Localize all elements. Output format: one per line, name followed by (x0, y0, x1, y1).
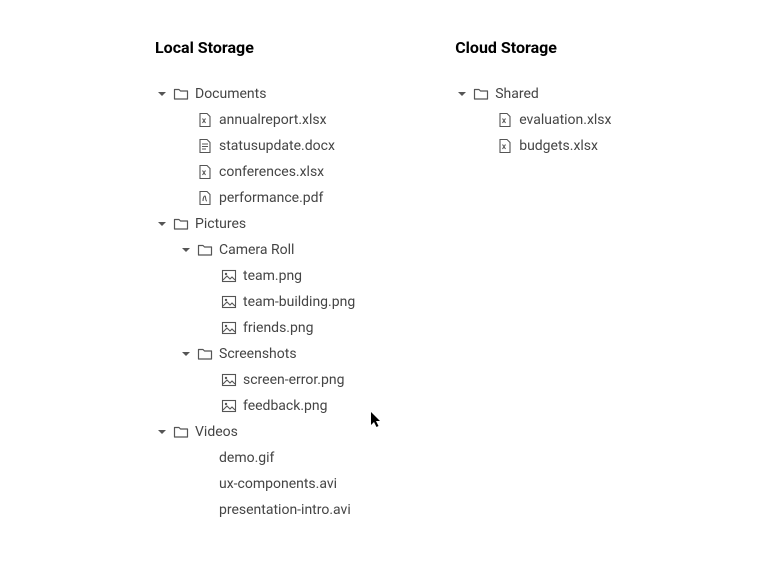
tree-file[interactable]: demo.gif (179, 445, 355, 471)
tree-folder[interactable]: Pictures (155, 211, 355, 237)
folder-icon (197, 346, 213, 362)
folder-label: Shared (495, 86, 539, 102)
image-icon (221, 398, 237, 414)
folder-icon (173, 424, 189, 440)
tree-file[interactable]: team-building.png (203, 289, 355, 315)
cloud-storage-tree: Shared evaluation.xlsx budgets.xlsx (455, 81, 655, 159)
folder-label: Camera Roll (219, 242, 294, 258)
folder-label: Documents (195, 86, 266, 102)
local-storage-tree: Documents annualreport.xlsx statusupdate.d… (155, 81, 355, 523)
local-storage-column: Local Storage Documents annualreport.xlsx… (155, 38, 355, 523)
pdf-icon (197, 190, 213, 206)
chevron-down-icon[interactable] (155, 425, 169, 439)
chevron-down-icon[interactable] (179, 347, 193, 361)
tree-children: evaluation.xlsx budgets.xlsx (455, 107, 655, 159)
file-label: performance.pdf (219, 190, 323, 206)
tree-children: Camera Roll team.png team-building.png frie… (155, 237, 355, 419)
tree-folder[interactable]: Screenshots (179, 341, 355, 367)
file-label: feedback.png (243, 398, 328, 414)
tree-file[interactable]: screen-error.png (203, 367, 355, 393)
tree-children: annualreport.xlsx statusupdate.docx confer… (155, 107, 355, 211)
folder-icon (197, 242, 213, 258)
cloud-storage-column: Cloud Storage Shared evaluation.xlsx budge… (455, 38, 655, 523)
column-heading: Local Storage (155, 38, 355, 57)
tree-file[interactable]: performance.pdf (179, 185, 355, 211)
spreadsheet-icon (197, 164, 213, 180)
tree-children: team.png team-building.png friends.png (179, 263, 355, 341)
column-heading: Cloud Storage (455, 38, 655, 57)
tree-file[interactable]: budgets.xlsx (479, 133, 655, 159)
image-icon (221, 320, 237, 336)
folder-icon (473, 86, 489, 102)
file-label: conferences.xlsx (219, 164, 324, 180)
tree-folder[interactable]: Documents (155, 81, 355, 107)
folder-icon (173, 216, 189, 232)
tree-children: screen-error.png feedback.png (179, 367, 355, 419)
file-label: demo.gif (219, 450, 274, 466)
tree-file[interactable]: annualreport.xlsx (179, 107, 355, 133)
document-icon (197, 138, 213, 154)
file-label: screen-error.png (243, 372, 344, 388)
file-label: team.png (243, 268, 302, 284)
tree-file[interactable]: ux-components.avi (179, 471, 355, 497)
file-label: annualreport.xlsx (219, 112, 327, 128)
chevron-down-icon[interactable] (455, 87, 469, 101)
folder-label: Screenshots (219, 346, 297, 362)
tree-file[interactable]: presentation-intro.avi (179, 497, 355, 523)
file-label: team-building.png (243, 294, 355, 310)
image-icon (221, 294, 237, 310)
chevron-down-icon[interactable] (155, 87, 169, 101)
file-label: statusupdate.docx (219, 138, 335, 154)
file-label: ux-components.avi (219, 476, 337, 492)
tree-folder[interactable]: Shared (455, 81, 655, 107)
spreadsheet-icon (497, 138, 513, 154)
file-label: presentation-intro.avi (219, 502, 351, 518)
folder-label: Pictures (195, 216, 246, 232)
tree-file[interactable]: statusupdate.docx (179, 133, 355, 159)
file-label: friends.png (243, 320, 313, 336)
image-icon (221, 268, 237, 284)
spreadsheet-icon (497, 112, 513, 128)
spreadsheet-icon (197, 112, 213, 128)
file-label: budgets.xlsx (519, 138, 598, 154)
chevron-down-icon[interactable] (155, 217, 169, 231)
image-icon (221, 372, 237, 388)
chevron-down-icon[interactable] (179, 243, 193, 257)
tree-folder[interactable]: Camera Roll (179, 237, 355, 263)
folder-icon (173, 86, 189, 102)
tree-file[interactable]: conferences.xlsx (179, 159, 355, 185)
tree-file[interactable]: evaluation.xlsx (479, 107, 655, 133)
tree-file[interactable]: feedback.png (203, 393, 355, 419)
folder-label: Videos (195, 424, 238, 440)
file-label: evaluation.xlsx (519, 112, 611, 128)
file-tree-container: Local Storage Documents annualreport.xlsx… (0, 0, 770, 523)
tree-file[interactable]: friends.png (203, 315, 355, 341)
tree-file[interactable]: team.png (203, 263, 355, 289)
tree-folder[interactable]: Videos (155, 419, 355, 445)
tree-children: demo.gif ux-components.avi presentation-in… (155, 445, 355, 523)
